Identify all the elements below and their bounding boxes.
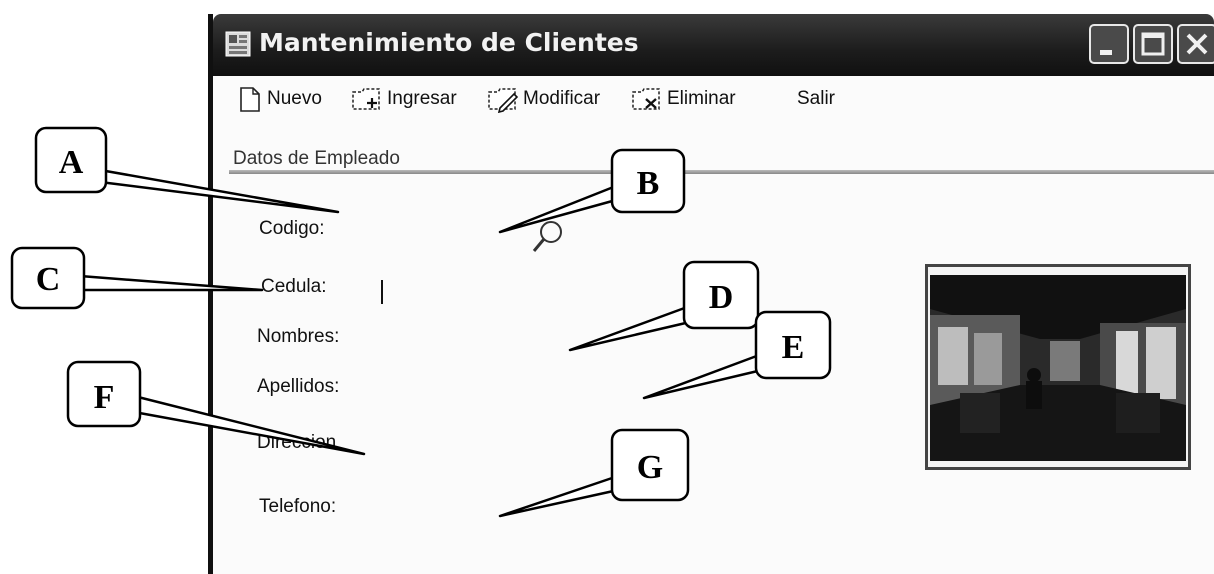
- callout-a-letter: A: [59, 144, 84, 181]
- callout-d: D: [568, 260, 760, 352]
- callout-g-letter: G: [637, 449, 663, 486]
- callout-c: C: [10, 246, 264, 310]
- callout-a: A: [34, 126, 340, 214]
- callout-g: G: [498, 428, 690, 518]
- callout-c-letter: C: [36, 261, 61, 298]
- callout-b-letter: B: [637, 165, 660, 202]
- callout-d-letter: D: [709, 279, 734, 316]
- callout-e-letter: E: [782, 329, 805, 366]
- callout-layer: A B C D E F G: [10, 126, 832, 518]
- callout-f-letter: F: [94, 379, 115, 416]
- callout-b: B: [498, 148, 686, 234]
- callout-f: F: [66, 360, 366, 456]
